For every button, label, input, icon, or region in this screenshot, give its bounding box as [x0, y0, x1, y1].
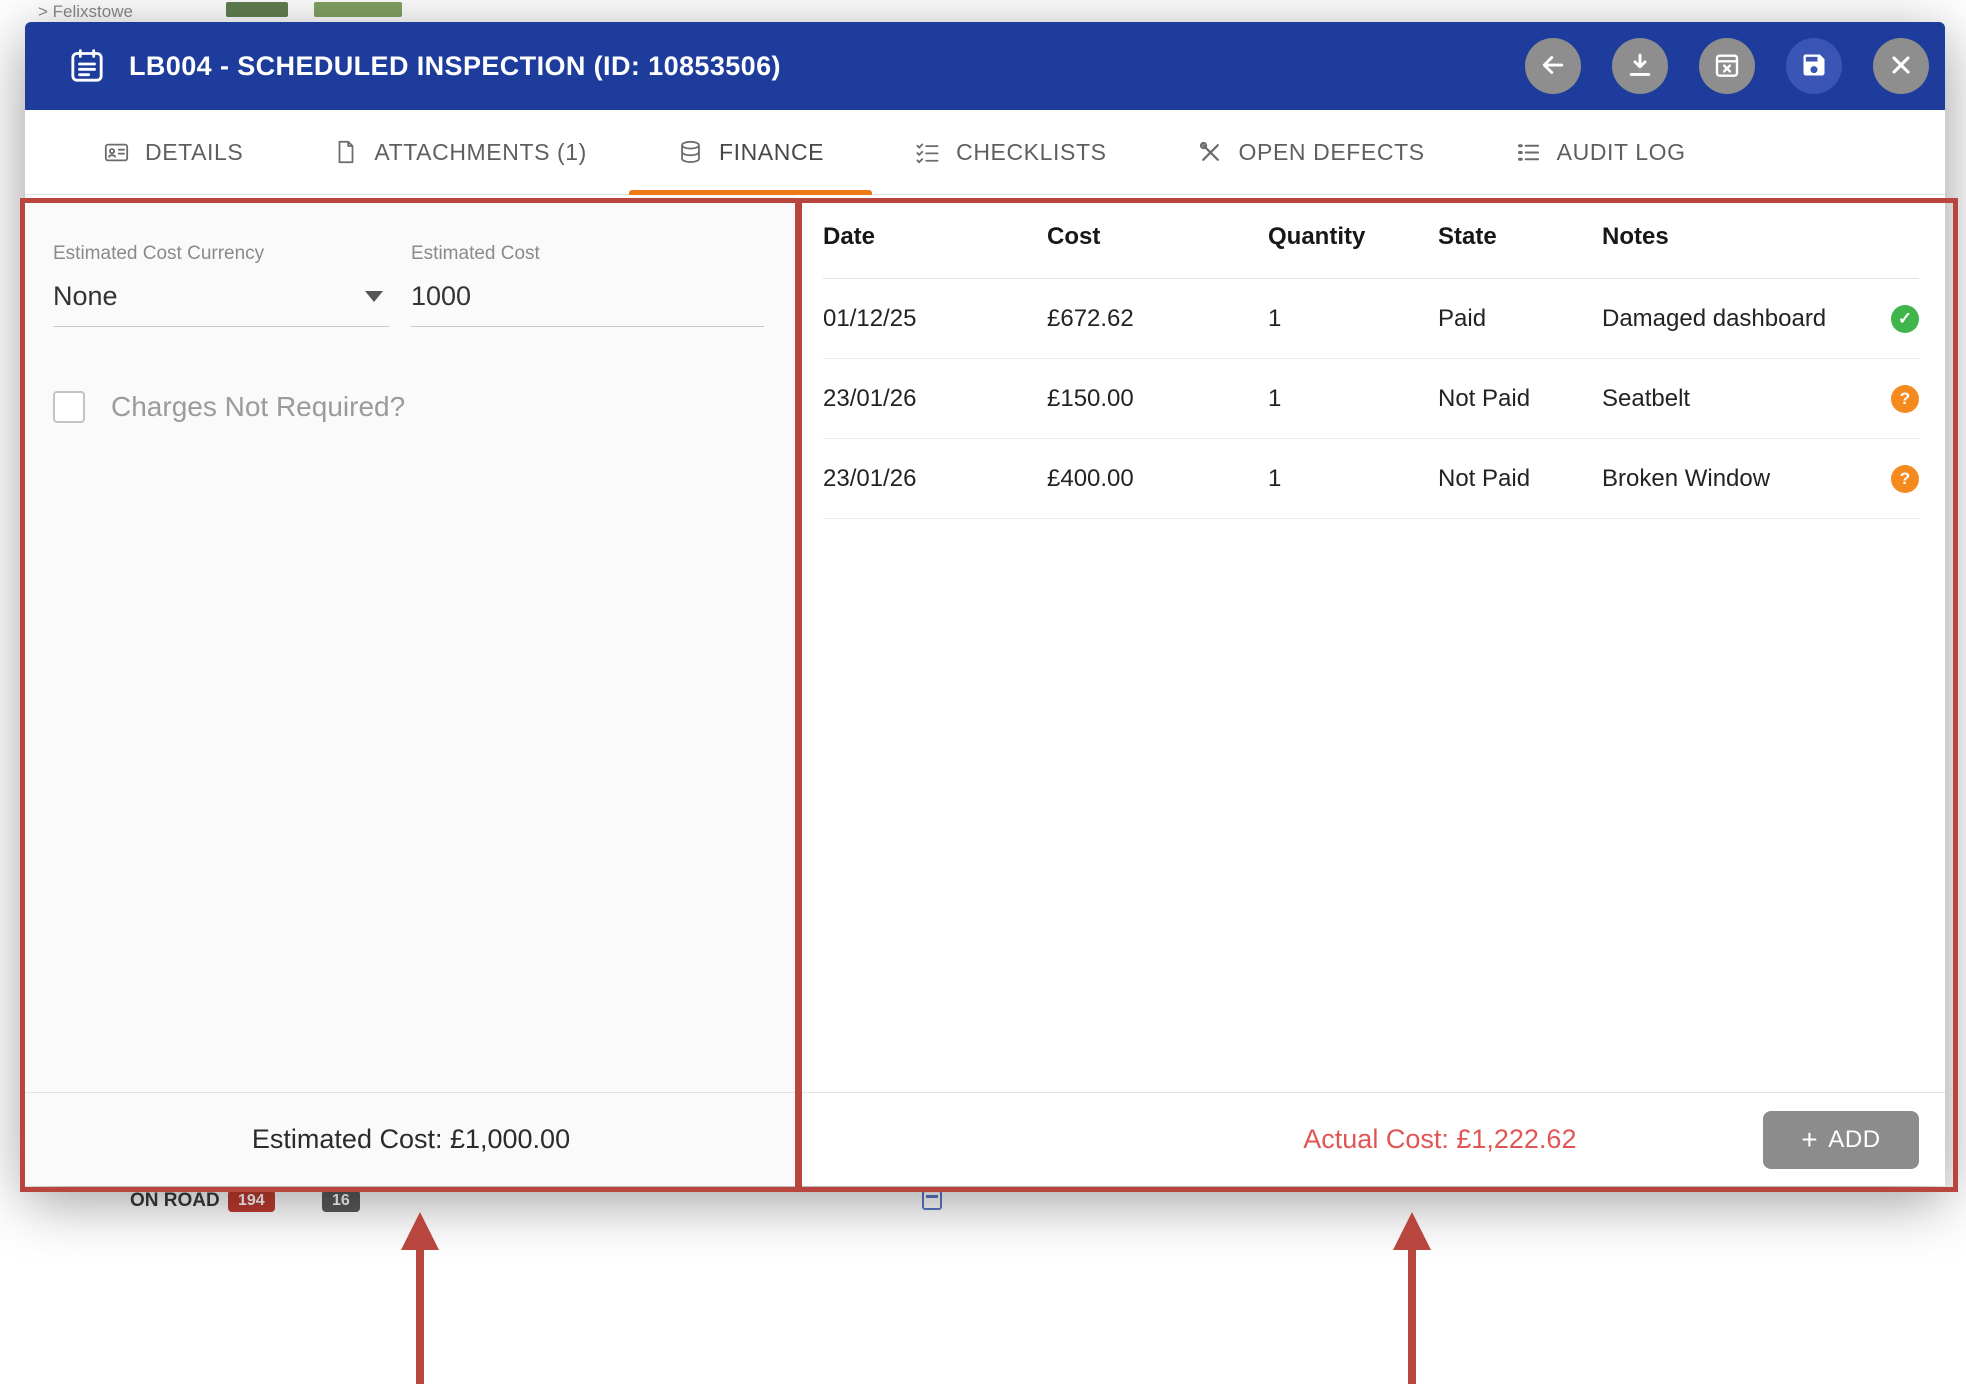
save-button[interactable] [1786, 38, 1842, 94]
cell-cost: £400.00 [1047, 465, 1268, 493]
column-header-cost: Cost [1047, 223, 1268, 251]
tab-finance[interactable]: FINANCE [677, 110, 824, 194]
background-breadcrumb: > Felixstowe [38, 2, 133, 22]
add-charge-button[interactable]: + ADD [1763, 1111, 1919, 1169]
chevron-down-icon [365, 291, 383, 302]
estimated-cost-input[interactable] [411, 281, 764, 327]
column-header-quantity: Quantity [1268, 223, 1438, 251]
checklist-icon [914, 139, 941, 166]
tab-label: OPEN DEFECTS [1239, 139, 1425, 166]
close-icon [1887, 51, 1915, 82]
cell-date: 01/12/25 [823, 305, 1047, 333]
cost-field-label: Estimated Cost [411, 243, 764, 265]
cell-state: Not Paid [1438, 465, 1602, 493]
tab-attachments[interactable]: ATTACHMENTS (1) [333, 110, 587, 194]
annotation-arrow-left [388, 1212, 452, 1384]
file-icon [333, 139, 359, 165]
list-icon [1515, 139, 1542, 166]
cell-notes: Seatbelt [1602, 385, 1871, 413]
estimated-cost-footer: Estimated Cost: £1,000.00 [25, 1092, 797, 1186]
table-row[interactable]: 01/12/25 £672.62 1 Paid Damaged dashboar… [823, 279, 1919, 359]
modal-header: LB004 - SCHEDULED INSPECTION (ID: 108535… [25, 22, 1945, 110]
estimated-cost-total: Estimated Cost: £1,000.00 [252, 1124, 570, 1155]
charges-table: Date Cost Quantity State Notes 01/12/25 … [797, 195, 1945, 1092]
close-button[interactable] [1873, 38, 1929, 94]
annotation-arrow-right [1380, 1212, 1444, 1384]
actual-cost-footer: Actual Cost: £1,222.62 + ADD [797, 1092, 1945, 1186]
estimated-cost-panel: Estimated Cost Currency None Estimated C… [25, 195, 797, 1186]
cell-state: Not Paid [1438, 385, 1602, 413]
tools-icon [1197, 139, 1224, 166]
coins-icon [677, 139, 704, 166]
table-header-row: Date Cost Quantity State Notes [823, 195, 1919, 279]
tab-bar: DETAILS ATTACHMENTS (1) FINANCE [25, 110, 1945, 195]
back-arrow-icon [1538, 50, 1568, 83]
cell-quantity: 1 [1268, 305, 1438, 333]
cell-date: 23/01/26 [823, 385, 1047, 413]
cell-cost: £672.62 [1047, 305, 1268, 333]
column-header-notes: Notes [1602, 223, 1871, 251]
cell-cost: £150.00 [1047, 385, 1268, 413]
background-count-badge: 16 [322, 1190, 360, 1212]
background-table-cell [314, 2, 402, 17]
cell-quantity: 1 [1268, 385, 1438, 413]
add-button-label: ADD [1828, 1126, 1880, 1154]
tab-label: AUDIT LOG [1557, 139, 1686, 166]
tab-details[interactable]: DETAILS [103, 110, 243, 194]
table-row[interactable]: 23/01/26 £400.00 1 Not Paid Broken Windo… [823, 439, 1919, 519]
charges-panel: Date Cost Quantity State Notes 01/12/25 … [797, 195, 1945, 1186]
save-icon [1800, 51, 1828, 82]
column-header-state: State [1438, 223, 1602, 251]
tab-label: DETAILS [145, 139, 243, 166]
calendar-x-icon [1712, 50, 1742, 83]
cell-date: 23/01/26 [823, 465, 1047, 493]
currency-select-value: None [53, 281, 118, 312]
id-card-icon [103, 139, 130, 166]
cell-notes: Damaged dashboard [1602, 305, 1871, 333]
cell-state: Paid [1438, 305, 1602, 333]
download-icon [1625, 50, 1655, 83]
currency-field-label: Estimated Cost Currency [53, 243, 389, 265]
tab-label: FINANCE [719, 139, 824, 166]
tab-open-defects[interactable]: OPEN DEFECTS [1197, 110, 1425, 194]
background-row-label: ON ROAD [130, 1190, 220, 1212]
discard-event-button[interactable] [1699, 38, 1755, 94]
currency-select[interactable]: None [53, 281, 389, 327]
row-status-icon: ? [1891, 465, 1919, 493]
tab-checklists[interactable]: CHECKLISTS [914, 110, 1106, 194]
assignment-icon [67, 46, 107, 86]
modal-title: LB004 - SCHEDULED INSPECTION (ID: 108535… [129, 51, 781, 82]
row-status-icon: ? [1891, 385, 1919, 413]
inspection-modal: LB004 - SCHEDULED INSPECTION (ID: 108535… [25, 22, 1945, 1186]
cell-quantity: 1 [1268, 465, 1438, 493]
actual-cost-total: Actual Cost: £1,222.62 [1303, 1124, 1576, 1155]
background-bottom-strip: ON ROAD 194 16 [0, 1190, 1966, 1212]
table-row[interactable]: 23/01/26 £150.00 1 Not Paid Seatbelt ? [823, 359, 1919, 439]
row-status-icon: ✓ [1891, 305, 1919, 333]
cell-notes: Broken Window [1602, 465, 1871, 493]
finance-content: Estimated Cost Currency None Estimated C… [25, 195, 1945, 1186]
download-button[interactable] [1612, 38, 1668, 94]
tab-audit-log[interactable]: AUDIT LOG [1515, 110, 1686, 194]
column-header-date: Date [823, 223, 1047, 251]
charges-not-required-checkbox[interactable] [53, 391, 85, 423]
tab-label: CHECKLISTS [956, 139, 1106, 166]
background-calendar-icon [922, 1190, 942, 1210]
back-button[interactable] [1525, 38, 1581, 94]
background-count-badge: 194 [228, 1190, 275, 1212]
header-buttons [1525, 38, 1929, 94]
charges-not-required-label: Charges Not Required? [111, 391, 405, 423]
plus-icon: + [1801, 1126, 1818, 1154]
tab-label: ATTACHMENTS (1) [374, 139, 587, 166]
background-table-cell [226, 2, 288, 17]
